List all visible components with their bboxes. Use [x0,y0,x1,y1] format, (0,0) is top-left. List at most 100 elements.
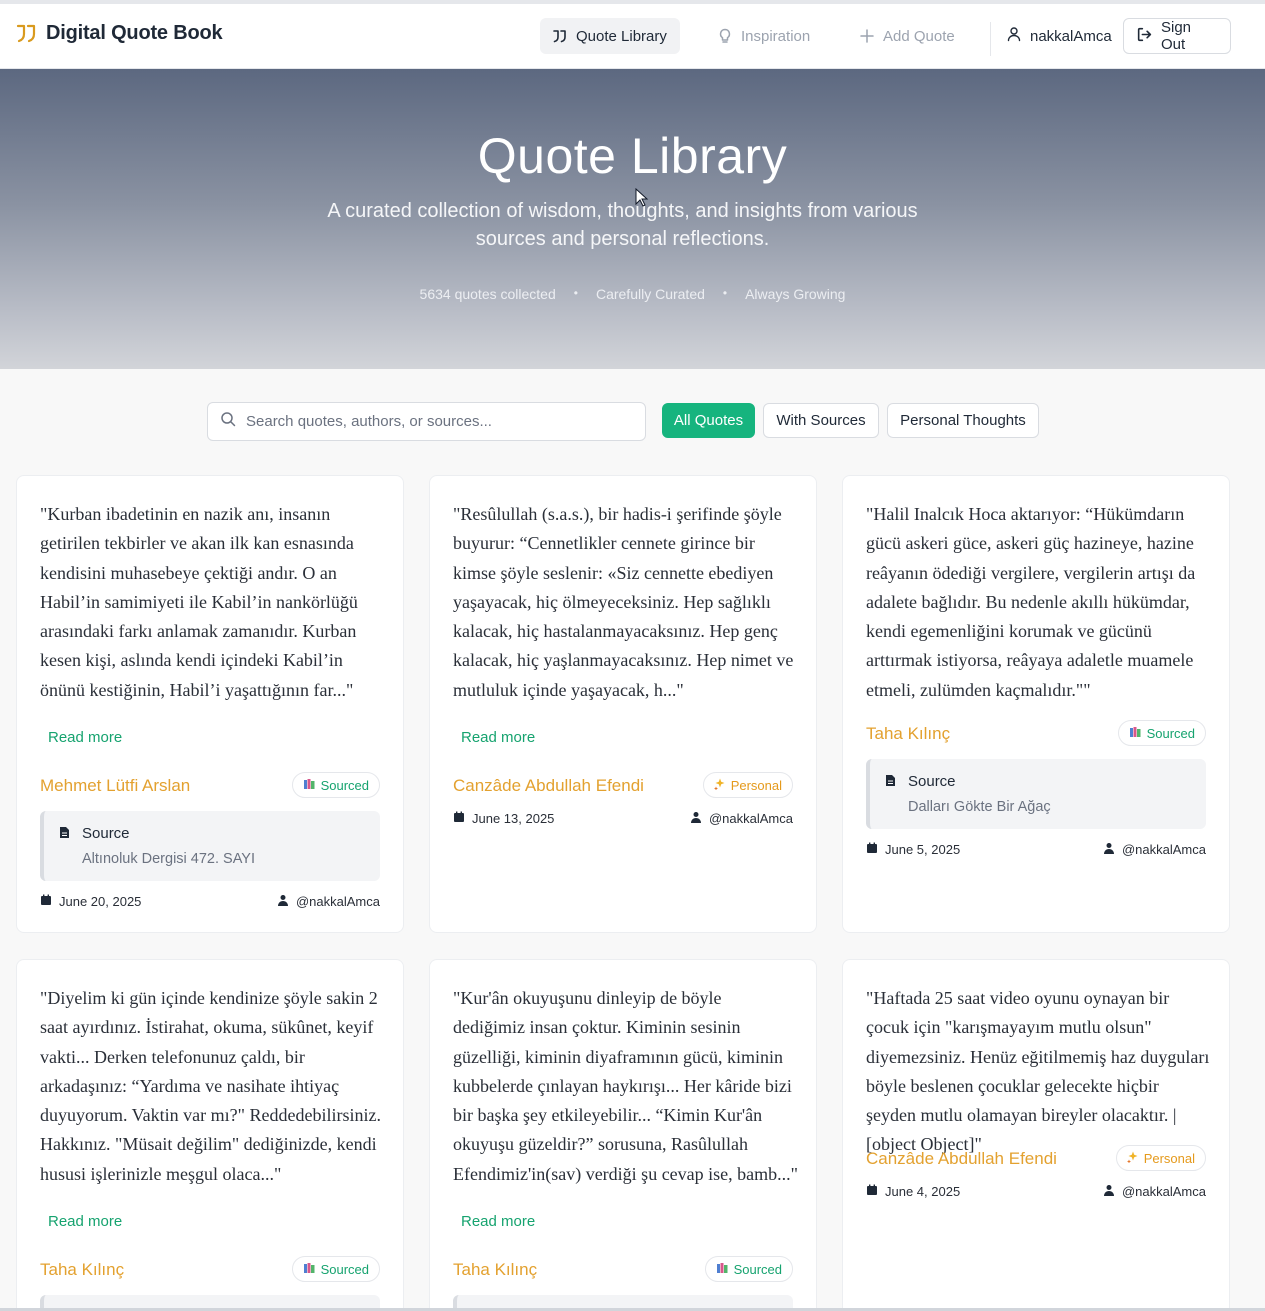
calendar-icon [866,1184,878,1199]
user-handle: @nakkalAmca [295,893,380,909]
card-user[interactable]: @nakkalAmca [277,894,380,909]
calendar-icon [40,894,52,909]
card-user[interactable]: @nakkalAmca [1103,842,1206,857]
filter-with-sources[interactable]: With Sources [763,403,879,438]
plus-icon [859,28,875,44]
badge-label: Sourced [1146,725,1195,741]
read-more-link[interactable]: Read more [461,1213,535,1230]
nav-inspiration[interactable]: Inspiration [705,18,825,54]
date-text: June 4, 2025 [885,1183,961,1199]
quote-author[interactable]: Canzâde Abdullah Efendi [453,776,644,796]
sparkles-icon [1126,1151,1139,1166]
person-icon [690,811,702,826]
calendar-icon [866,842,878,857]
badge-label: Sourced [733,1261,782,1277]
books-icon [1129,726,1142,741]
hero-banner: Quote Library A curated collection of wi… [0,69,1265,369]
nav-add-quote[interactable]: Add Quote [847,18,969,54]
quote-author[interactable]: Canzâde Abdullah Efendi [866,1149,1057,1169]
stat-quote-count: 5634 quotes collected [419,286,556,302]
hero-subtitle: A curated collection of wisdom, thoughts… [327,200,918,250]
source-box: Source Altınoluk Dergisi 472. SAYI [40,811,380,881]
username: nakkalAmca [1030,27,1112,45]
brand-title: Digital Quote Book [46,22,223,44]
card-date: June 5, 2025 [866,842,960,857]
card-date: June 4, 2025 [866,1184,960,1199]
sparkles-icon [713,778,726,793]
sourced-badge: Sourced [1117,720,1206,746]
logout-icon [1136,26,1153,47]
nav-quote-library[interactable]: Quote Library [540,18,680,54]
quote-text: "Halil Inalcık Hoca aktarıyor: “Hükümdar… [866,504,1196,700]
books-icon [303,1262,316,1277]
read-more-link[interactable]: Read more [48,1213,122,1230]
stat-growing: Always Growing [745,286,846,302]
badge-label: Personal [1143,1150,1195,1166]
calendar-icon [453,811,465,826]
badge-label: Personal [730,777,782,793]
card-user[interactable]: @nakkalAmca [690,811,793,826]
nav-divider [990,22,991,56]
filter-personal-thoughts[interactable]: Personal Thoughts [887,403,1039,438]
source-label: Source [82,825,130,842]
sourced-badge: Sourced [291,1256,380,1282]
user-handle: @nakkalAmca [1121,841,1206,857]
read-more-link[interactable]: Read more [48,729,122,746]
user-handle: @nakkalAmca [708,810,793,826]
quote-card[interactable]: "Kurban ibadetinin en nazik anı, insanın… [16,475,404,933]
nav-add-quote-label: Add Quote [883,27,955,45]
quote-text: "Diyelim ki gün içinde kendinize şöyle s… [40,988,381,1184]
quote-author[interactable]: Taha Kılınç [40,1260,124,1280]
quote-card[interactable]: "Resûlullah (s.a.s.), bir hadis-i şerifi… [429,475,817,933]
date-text: June 5, 2025 [885,841,961,857]
card-meta: June 20, 2025 @nakkalAmca [40,892,380,910]
search-bar[interactable] [207,402,646,441]
person-icon [1103,1184,1115,1199]
card-user[interactable]: @nakkalAmca [1103,1184,1206,1199]
person-icon [1103,842,1115,857]
quote-card[interactable]: "Diyelim ki gün içinde kendinize şöyle s… [16,959,404,1311]
quote-icon [552,28,568,44]
brand[interactable]: Digital Quote Book [16,22,223,45]
quote-author[interactable]: Mehmet Lütfi Arslan [40,776,190,796]
sign-out-label: Sign Out [1161,19,1192,53]
user-icon [1006,26,1022,46]
stat-curated: Carefully Curated [595,286,705,302]
date-text: June 20, 2025 [59,893,142,909]
source-box: Source Dalları Gökte Bir Ağaç [866,759,1206,829]
quote-text: "Haftada 25 saat video oyunu oynayan bir… [866,988,1210,1155]
user-handle: @nakkalAmca [1121,1183,1206,1199]
card-date: June 20, 2025 [40,894,141,909]
quote-text: "Kur'ân okuyuşunu dinleyip de böyle dedi… [453,988,798,1184]
quote-card[interactable]: "Haftada 25 saat video oyunu oynayan bir… [842,959,1230,1311]
card-date: June 13, 2025 [453,811,554,826]
quote-card[interactable]: "Kur'ân okuyuşunu dinleyip de böyle dedi… [429,959,817,1311]
card-meta: June 5, 2025 @nakkalAmca [866,840,1206,858]
document-icon [59,826,70,844]
quote-author[interactable]: Taha Kılınç [866,724,950,744]
sourced-badge: Sourced [704,1256,793,1282]
sign-out-button[interactable]: Sign Out [1123,18,1231,54]
filter-all-quotes[interactable]: All Quotes [662,403,755,438]
quote-author[interactable]: Taha Kılınç [453,1260,537,1280]
date-text: June 13, 2025 [472,810,555,826]
read-more-link[interactable]: Read more [461,729,535,746]
quote-card[interactable]: "Halil Inalcık Hoca aktarıyor: “Hükümdar… [842,475,1230,933]
hero-title: Quote Library [477,128,788,184]
badge-label: Sourced [320,1261,369,1277]
card-meta: June 4, 2025 @nakkalAmca [866,1182,1206,1200]
lightbulb-icon [717,28,733,44]
source-name: Dalları Gökte Bir Ağaç [908,799,1051,815]
quote-text: "Kurban ibadetinin en nazik anı, insanın… [40,504,358,700]
stat-separator: • [722,286,728,300]
source-name: Altınoluk Dergisi 472. SAYI [82,851,256,867]
personal-badge: Personal [702,772,793,798]
sourced-badge: Sourced [291,772,380,798]
person-icon [277,894,289,909]
user-profile[interactable]: nakkalAmca [1006,18,1112,54]
source-label: Source [908,773,956,790]
quote-logo-icon [16,23,38,45]
navbar: Digital Quote Book Quote Library Inspira… [0,4,1265,69]
document-icon [885,774,896,792]
search-input[interactable] [246,413,626,430]
